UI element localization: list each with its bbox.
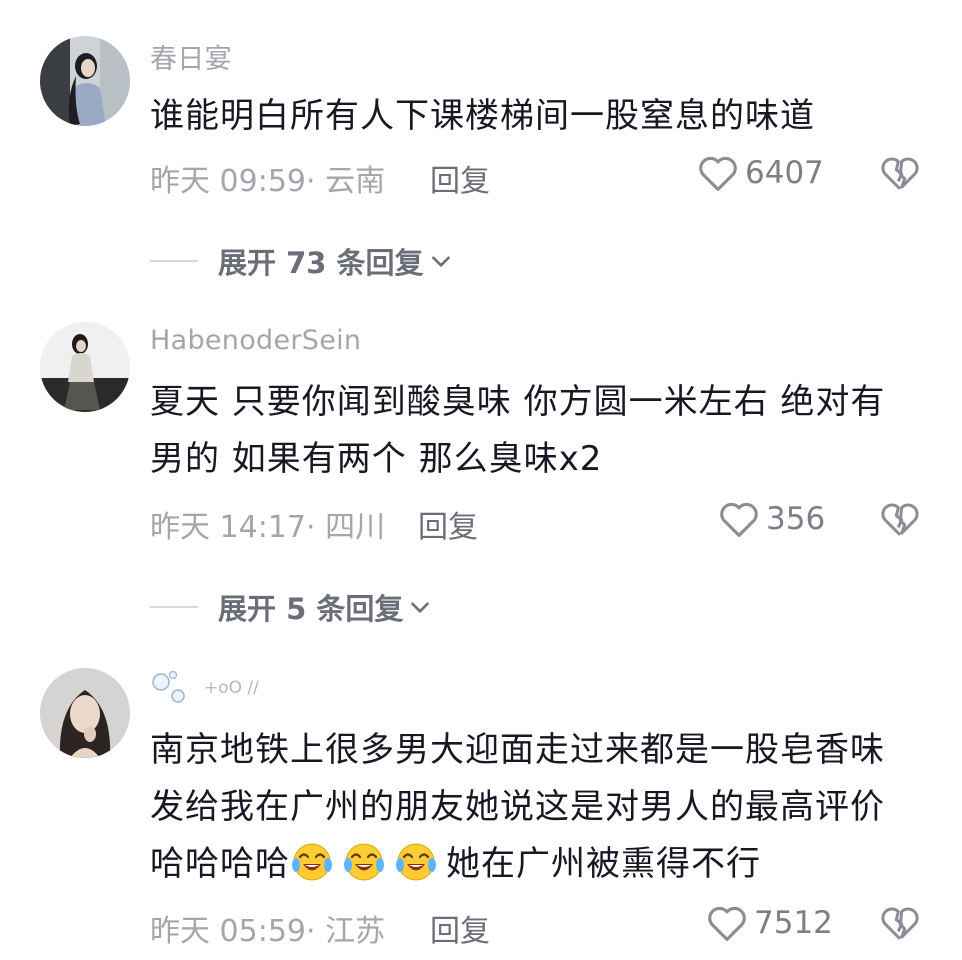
comment-line: 夏天 只要你闻到酸臭味 你方圆一米左右 绝对有 (150, 382, 886, 422)
comment-text: 夏天 只要你闻到酸臭味 你方圆一米左右 绝对有 男的 如果有两个 那么臭味x2 (150, 374, 940, 488)
reply-button[interactable]: 回复 (430, 156, 490, 200)
dislike-button[interactable] (880, 154, 920, 196)
heart-outline-icon (720, 502, 758, 537)
reply-button[interactable]: 回复 (418, 502, 478, 546)
comment-text: 谁能明白所有人下课楼梯间一股窒息的味道 (150, 88, 940, 145)
username[interactable]: +oO // (150, 670, 259, 706)
comment-line: 她在广州被熏得不行 (446, 844, 761, 884)
username[interactable]: 春日宴 (150, 37, 232, 76)
broken-heart-icon (881, 503, 919, 536)
crying-laugh-emoji (396, 843, 436, 881)
comment-line: 发给我在广州的朋友她说这是对男人的最高评价 (150, 787, 885, 827)
crying-laugh-emoji (292, 843, 332, 881)
comment-meta: 昨天 14:17· 四川 (150, 510, 386, 545)
comment-meta: 昨天 05:59· 江苏 (150, 914, 386, 949)
chevron-down-icon (411, 602, 430, 613)
dislike-button[interactable] (880, 500, 920, 542)
expand-replies-label: 展开 73 条回复 (218, 246, 424, 280)
expand-replies-button[interactable]: 展开 73 条回复 (150, 240, 454, 282)
broken-heart-icon (881, 907, 919, 940)
expand-replies-label: 展开 5 条回复 (218, 592, 404, 626)
comment-line-with-emoji: 哈哈哈哈 她在广州被熏得不行 (150, 836, 940, 893)
comment-line: 谁能明白所有人下课楼梯间一股窒息的味道 (150, 96, 815, 136)
like-button[interactable]: 6407 (697, 154, 824, 192)
like-button[interactable]: 7512 (706, 904, 833, 942)
avatar-image (40, 36, 130, 126)
like-count: 6407 (745, 155, 824, 191)
username[interactable]: HabenoderSein (150, 325, 361, 356)
like-count: 7512 (754, 905, 833, 941)
reply-button[interactable]: 回复 (430, 906, 490, 950)
comment-meta: 昨天 09:59· 云南 (150, 164, 386, 199)
avatar-image (40, 668, 130, 758)
divider-line (150, 606, 198, 608)
like-button[interactable]: 356 (718, 500, 825, 538)
avatar[interactable] (40, 668, 130, 758)
broken-heart-icon (881, 157, 919, 190)
bubbles-icon (152, 670, 185, 703)
heart-outline-icon (708, 906, 746, 941)
avatar[interactable] (40, 36, 130, 126)
like-count: 356 (766, 501, 826, 537)
chevron-down-icon (431, 256, 450, 267)
comment-line: 南京地铁上很多男大迎面走过来都是一股皂香味 (150, 730, 885, 770)
crying-laugh-emoji (344, 843, 384, 881)
avatar-image (40, 322, 130, 412)
comment-line: 男的 如果有两个 那么臭味x2 (150, 439, 603, 479)
username-decor: +oO // (204, 678, 259, 698)
expand-replies-button[interactable]: 展开 5 条回复 (150, 586, 433, 628)
comment-text: 南京地铁上很多男大迎面走过来都是一股皂香味 发给我在广州的朋友她说这是对男人的最… (150, 722, 940, 893)
divider-line (150, 260, 198, 262)
heart-outline-icon (699, 156, 737, 191)
avatar[interactable] (40, 322, 130, 412)
comment-line: 哈哈哈哈 (150, 844, 290, 884)
dislike-button[interactable] (880, 904, 920, 946)
